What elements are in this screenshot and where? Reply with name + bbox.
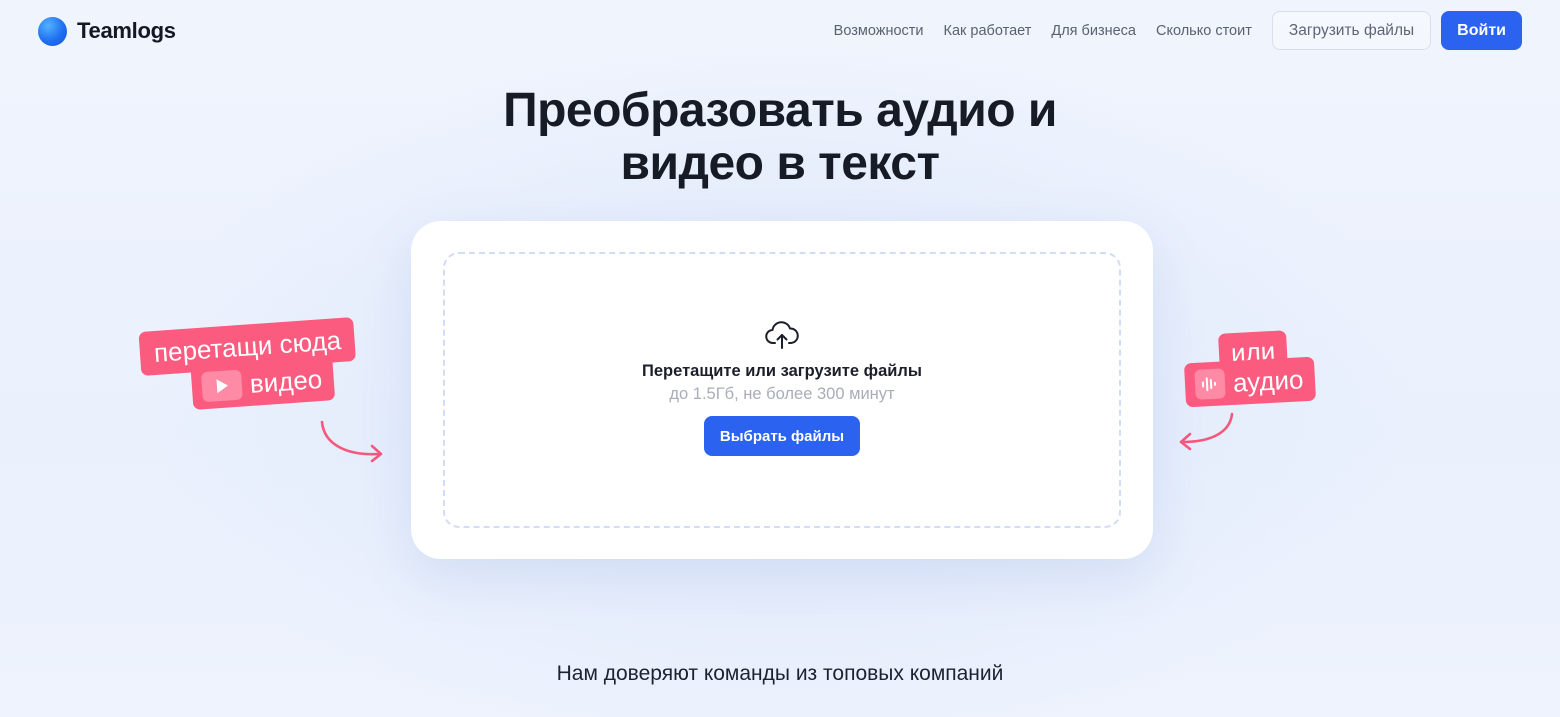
login-button[interactable]: Войти [1441,11,1522,50]
page-title-line-1: Преобразовать аудио и [503,84,1057,137]
choose-files-button[interactable]: Выбрать файлы [703,416,861,456]
top-nav: Возможности Как работает Для бизнеса Ско… [834,11,1522,50]
nav-link-pricing[interactable]: Сколько стоит [1156,23,1252,39]
page-title-line-2: видео в текст [620,137,940,190]
file-dropzone[interactable]: Перетащите или загрузите файлы до 1.5Гб,… [443,252,1121,528]
sticker-audio: аудио [1183,356,1317,408]
sticker-video-text: видео [248,363,324,399]
audio-wave-icon [1194,368,1226,400]
sticker-video: видео [190,356,336,410]
nav-link-features[interactable]: Возможности [834,23,924,39]
header: Teamlogs Возможности Как работает Для би… [0,0,1560,62]
logo[interactable]: Teamlogs [38,16,176,46]
nav-link-how-it-works[interactable]: Как работает [944,23,1032,39]
upload-files-button[interactable]: Загрузить файлы [1271,11,1432,50]
curved-arrow-icon [320,420,383,463]
trusted-by-heading: Нам доверяют команды из топовых компаний [556,662,1004,685]
upload-cloud-icon [765,321,799,349]
logo-text: Teamlogs [77,18,176,43]
nav-link-business[interactable]: Для бизнеса [1051,23,1136,39]
play-icon [200,369,243,403]
curved-arrow-icon [1179,412,1234,451]
dropzone-title: Перетащите или загрузите файлы [642,362,922,380]
upload-card: Перетащите или загрузите файлы до 1.5Гб,… [411,221,1153,559]
sticker-audio-text: аудио [1232,364,1305,398]
logo-icon [38,16,67,46]
page-title: Преобразовать аудио и видео в текст [0,84,1560,190]
dropzone-limits: до 1.5Гб, не более 300 минут [669,385,895,403]
